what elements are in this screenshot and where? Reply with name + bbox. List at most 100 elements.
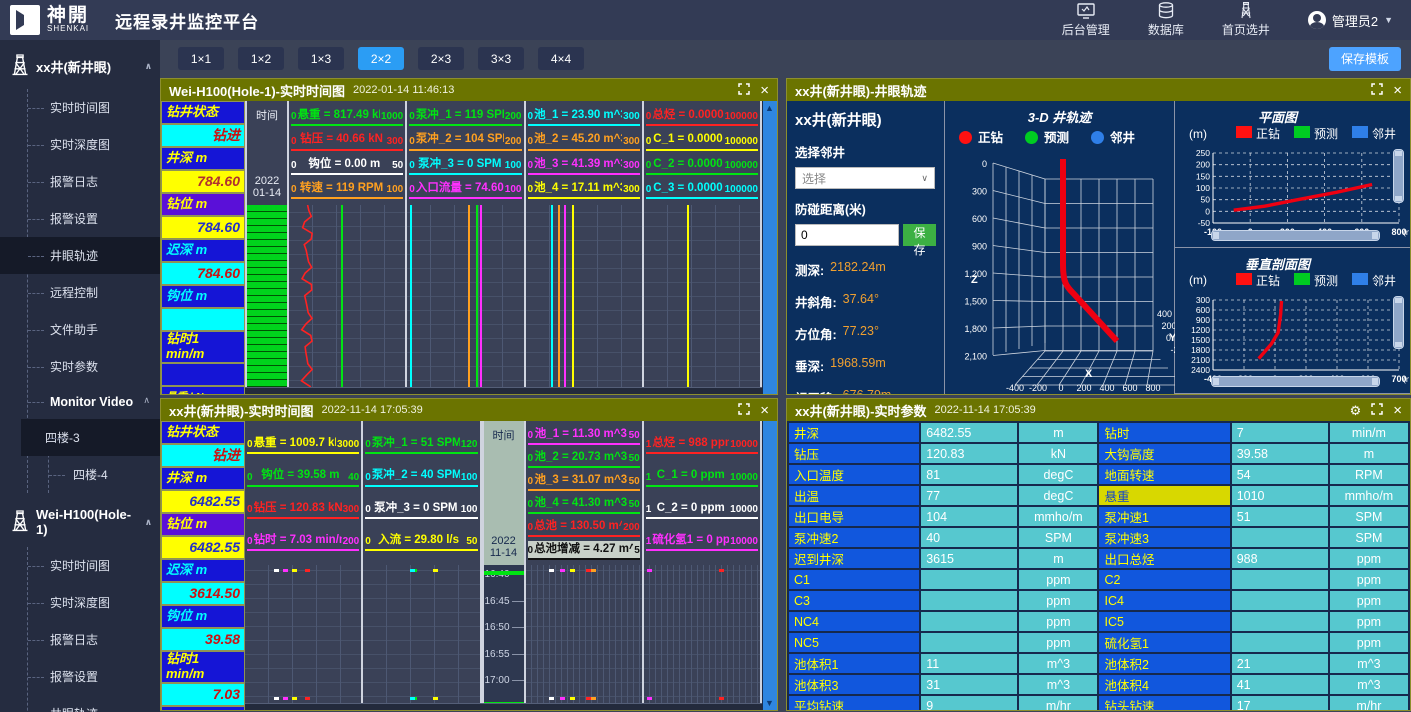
sidebar-item-四楼-3[interactable]: 四楼-3 xyxy=(21,419,160,456)
layout-button-3×3[interactable]: 3×3 xyxy=(478,47,524,70)
sidebar-item-报警日志[interactable]: 报警日志 xyxy=(28,163,160,200)
expand-icon[interactable] xyxy=(738,403,750,417)
time-tick: 16:45 xyxy=(485,596,510,607)
cell-label: 硫化氢1 xyxy=(1098,632,1230,653)
track-3: 1总烃 = 988 ppm100001C_1 = 0 ppm100001C_2 … xyxy=(644,421,762,710)
param-label: 钩位 m xyxy=(162,286,244,307)
horizontal-scrollbar[interactable] xyxy=(245,387,762,394)
gear-icon[interactable]: ⚙ xyxy=(1350,404,1362,417)
sidebar-item-实时时间图[interactable]: 实时时间图 xyxy=(28,547,160,584)
param-row: 悬重 kN xyxy=(162,707,244,710)
avatar xyxy=(1308,11,1326,29)
svg-text:250: 250 xyxy=(1196,148,1210,158)
sidebar-item-monitor-video[interactable]: Monitor Video∧ xyxy=(28,385,160,419)
distance-input[interactable] xyxy=(795,224,899,246)
curve-label: 0入口流量 = 74.60100 xyxy=(409,180,521,199)
layout-button-4×4[interactable]: 4×4 xyxy=(538,47,584,70)
sidebar-item-报警设置[interactable]: 报警设置 xyxy=(28,200,160,237)
panel-grid: Wei-H100(Hole-1)-实时时间图2022-01-14 11:46:1… xyxy=(160,78,1411,712)
horizontal-scrollbar[interactable] xyxy=(245,703,762,710)
expand-icon[interactable] xyxy=(1371,403,1383,417)
cell-value: 988 xyxy=(1231,548,1329,569)
date-md: 11-14 xyxy=(490,547,517,559)
sidebar-item-实时深度图[interactable]: 实时深度图 xyxy=(28,126,160,163)
save-template-button[interactable]: 保存模板 xyxy=(1329,47,1401,71)
layout-button-1×2[interactable]: 1×2 xyxy=(238,47,284,70)
trace-line-cyan xyxy=(551,205,553,394)
param-row: 钻位 m6482.55 xyxy=(162,514,244,558)
time-column-header: 时间202201-14 xyxy=(247,101,287,205)
sidebar-well-0[interactable]: xx井(新井眼)∧ xyxy=(0,40,160,89)
nav-item-2[interactable]: 首页选井 xyxy=(1222,2,1270,38)
sidebar-item-实时深度图[interactable]: 实时深度图 xyxy=(28,584,160,621)
param-row: 迟深 m3614.50 xyxy=(162,560,244,604)
sidebar-well-1[interactable]: Wei-H100(Hole-1)∧ xyxy=(0,493,160,547)
param-label: 悬重 kN xyxy=(162,707,244,710)
layout-button-2×3[interactable]: 2×3 xyxy=(418,47,464,70)
layout-button-1×3[interactable]: 1×3 xyxy=(298,47,344,70)
svg-text:900: 900 xyxy=(1196,315,1210,325)
track-header: 0悬重 = 817.49 kN10000钻压 = 40.66 kN3000钩位 … xyxy=(289,101,405,205)
trace-line-magenta xyxy=(480,205,482,394)
trace-dot xyxy=(305,569,310,572)
y-unit: (m) xyxy=(1189,273,1207,287)
sidebar-item-实时参数[interactable]: 实时参数 xyxy=(28,348,160,385)
curve-label: 0悬重 = 1009.7 kN3000 xyxy=(247,435,359,454)
stat-label: 方位角: xyxy=(795,324,837,343)
close-icon[interactable]: × xyxy=(760,403,769,418)
derrick-icon xyxy=(10,510,30,535)
cell-label: 大钩高度 xyxy=(1098,443,1230,464)
plot3d-canvas: 03006009001,2001,5001,8002,100Z-400-2000… xyxy=(945,145,1175,393)
expand-icon[interactable] xyxy=(738,83,750,97)
close-icon[interactable]: × xyxy=(760,83,769,98)
sidebar-item-井眼轨迹[interactable]: 井眼轨迹 xyxy=(28,695,160,712)
svg-text:1200: 1200 xyxy=(1191,325,1210,335)
vertical-slider[interactable] xyxy=(1393,296,1404,350)
vertical-scrollbar[interactable] xyxy=(762,101,777,394)
cell-unit: SPM xyxy=(1329,506,1409,527)
layout-button-2×2[interactable]: 2×2 xyxy=(358,47,404,70)
horizontal-slider[interactable] xyxy=(1211,230,1380,241)
trace-dot xyxy=(292,569,297,572)
offset-well-select[interactable]: 选择∨ xyxy=(795,167,935,189)
trace-line-magenta xyxy=(564,205,566,394)
curve-label: 1C_2 = 0 ppm10000 xyxy=(646,500,758,519)
nav-item-0[interactable]: 后台管理 xyxy=(1062,3,1110,38)
sidebar-item-四楼-4[interactable]: 四楼-4 xyxy=(49,456,160,493)
vertical-scrollbar[interactable] xyxy=(762,421,777,710)
close-icon[interactable]: × xyxy=(1393,403,1402,418)
cell-label: 迟到井深 xyxy=(788,548,920,569)
sidebar-item-报警设置[interactable]: 报警设置 xyxy=(28,658,160,695)
trace-dot xyxy=(283,569,288,572)
cell-unit: ppm xyxy=(1018,632,1098,653)
param-row: 钻位 m784.60 xyxy=(162,194,244,238)
cell-label: 池体积4 xyxy=(1098,674,1230,695)
user-menu[interactable]: 管理员2▼ xyxy=(1308,11,1393,30)
sidebar-item-报警日志[interactable]: 报警日志 xyxy=(28,621,160,658)
cell-value: 40 xyxy=(920,527,1018,548)
trace-dot xyxy=(410,697,415,700)
vertical-slider[interactable] xyxy=(1393,149,1404,203)
sidebar-item-井眼轨迹[interactable]: 井眼轨迹 xyxy=(0,237,160,274)
param-value: 6482.55 xyxy=(162,491,244,512)
track-plot xyxy=(526,565,642,710)
layout-button-1×1[interactable]: 1×1 xyxy=(178,47,224,70)
trace-line-cyan xyxy=(410,205,412,394)
cell-label: 入口温度 xyxy=(788,464,920,485)
sidebar-item-文件助手[interactable]: 文件助手 xyxy=(28,311,160,348)
expand-icon[interactable] xyxy=(1371,83,1383,97)
close-icon[interactable]: × xyxy=(1393,83,1402,98)
svg-text:-200: -200 xyxy=(1029,383,1047,393)
cell-unit: kN xyxy=(1018,443,1098,464)
save-distance-button[interactable]: 保存 xyxy=(903,224,936,246)
sidebar-item-实时时间图[interactable]: 实时时间图 xyxy=(28,89,160,126)
distance-row: 保存 xyxy=(795,224,936,246)
header-nav: 后台管理 数据库 首页选井 管理员2▼ xyxy=(1062,2,1411,38)
horizontal-slider[interactable] xyxy=(1211,376,1380,387)
anticollision-distance-label: 防碰距离(米) xyxy=(795,199,936,218)
legend-label: 预测 xyxy=(1314,274,1338,288)
svg-text:150: 150 xyxy=(1196,171,1210,181)
sidebar-item-远程控制[interactable]: 远程控制 xyxy=(28,274,160,311)
nav-item-1[interactable]: 数据库 xyxy=(1148,2,1184,38)
cell-label: 钻压 xyxy=(788,443,920,464)
